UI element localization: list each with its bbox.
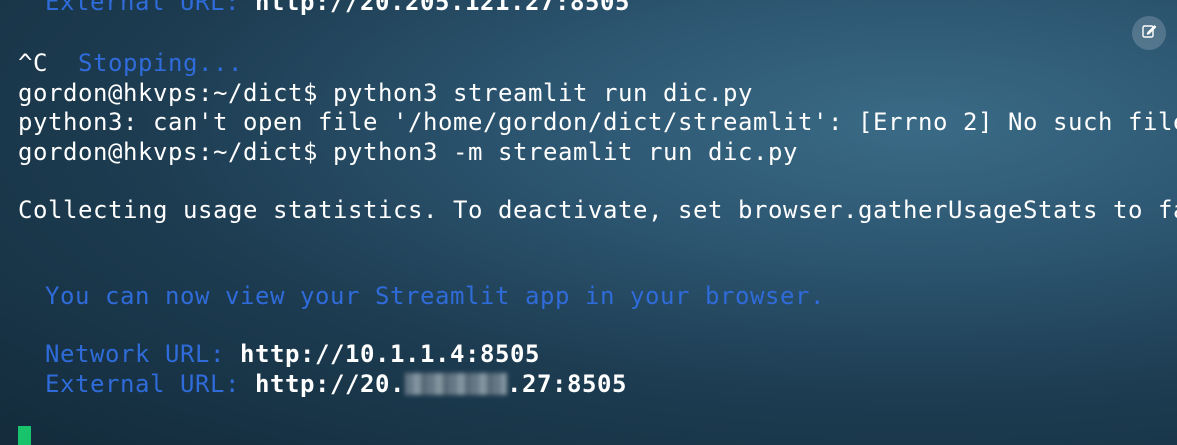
prev-external-url-value: http://20.205.121.27:8505 xyxy=(255,0,630,16)
command-line-1: gordon@hkvps:~/dict$ python3 streamlit r… xyxy=(18,79,753,107)
edit-icon xyxy=(1141,23,1157,43)
external-url-value-suffix[interactable]: .27:8505 xyxy=(507,370,627,398)
prev-external-url-line: External URL: http://20.205.121.27:8505 xyxy=(18,0,630,17)
edit-button[interactable] xyxy=(1132,16,1166,50)
usage-stats-line: Collecting usage statistics. To deactiva… xyxy=(18,196,1177,224)
stopping-line: ^C Stopping... xyxy=(18,48,243,78)
network-url-line: Network URL: http://10.1.1.4:8505 xyxy=(18,339,540,369)
terminal-output[interactable]: External URL: http://20.205.121.27:8505 … xyxy=(18,0,1177,445)
prev-external-url-label: External URL: xyxy=(45,0,255,16)
ctrl-c-text: ^C xyxy=(18,49,48,77)
external-url-value-prefix[interactable]: http://20. xyxy=(255,370,405,398)
external-url-line: External URL: http://20. .27:8505 xyxy=(18,369,627,399)
terminal-cursor xyxy=(18,426,31,445)
command-line-2: gordon@hkvps:~/dict$ python3 -m streamli… xyxy=(18,138,798,166)
view-app-message: You can now view your Streamlit app in y… xyxy=(18,281,825,311)
view-app-text: You can now view your Streamlit app in y… xyxy=(45,282,825,310)
network-url-value[interactable]: http://10.1.1.4:8505 xyxy=(240,340,540,368)
error-line: python3: can't open file '/home/gordon/d… xyxy=(18,108,1177,136)
redacted-ip-segment xyxy=(405,373,507,395)
network-url-label: Network URL: xyxy=(45,340,240,368)
external-url-label: External URL: xyxy=(45,370,255,398)
stopping-text: Stopping... xyxy=(78,49,243,77)
